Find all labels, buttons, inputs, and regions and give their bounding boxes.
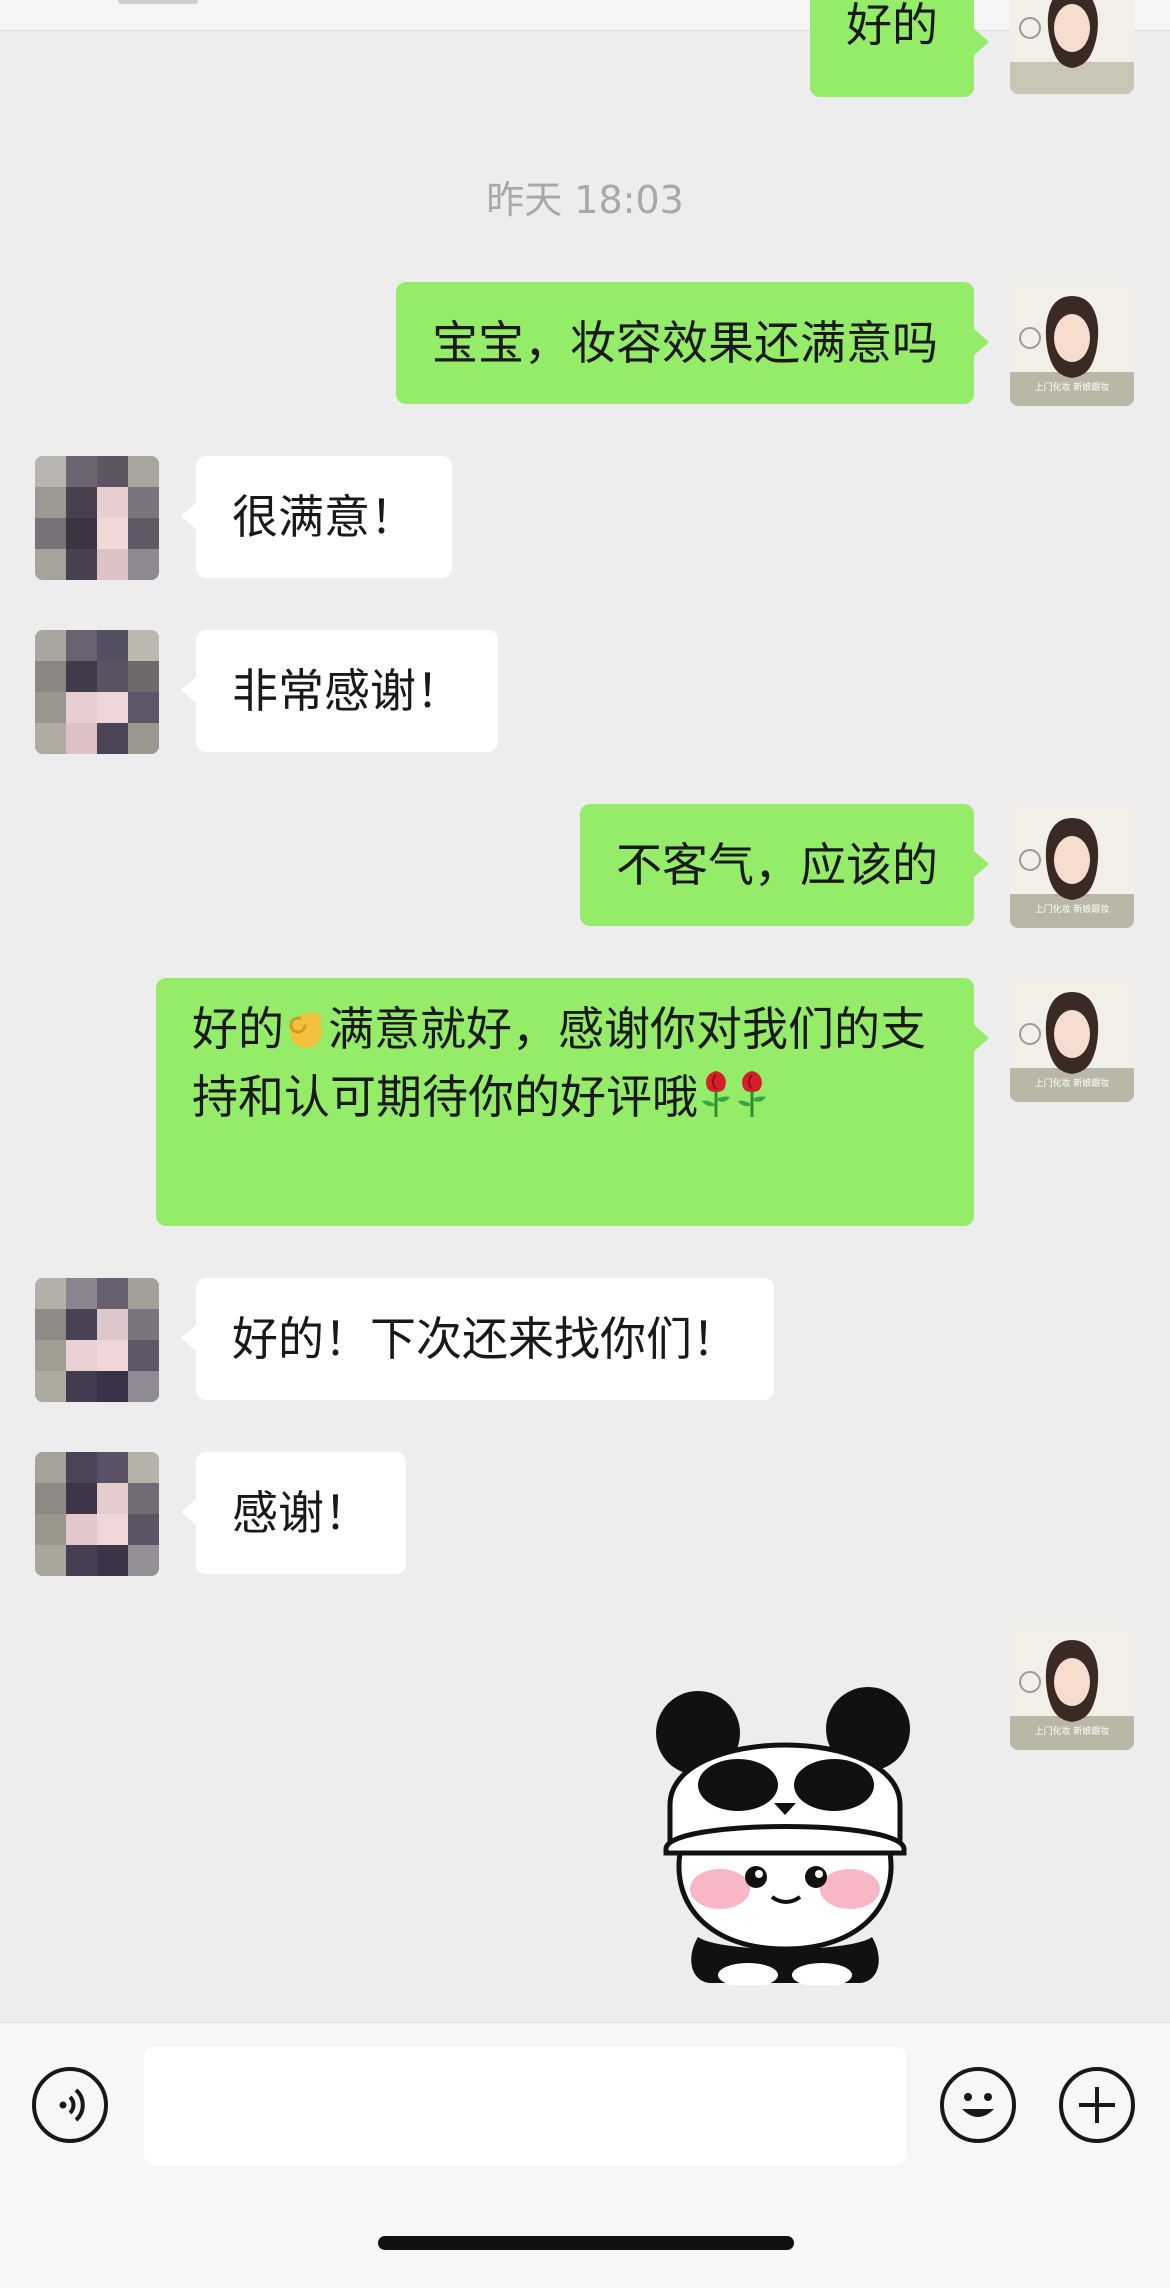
top-bar xyxy=(0,0,1170,31)
contact-avatar[interactable] xyxy=(35,1452,159,1576)
pixelated-avatar-icon xyxy=(35,1278,159,1402)
home-indicator[interactable] xyxy=(378,2236,794,2250)
rose-emoji-icon xyxy=(698,1069,734,1134)
contact-avatar[interactable] xyxy=(35,1278,159,1402)
my-avatar[interactable] xyxy=(1010,0,1134,94)
message-bubble-received[interactable]: 很满意！ xyxy=(181,456,452,578)
avatar-portrait-icon: 上门化妆 新娘跟妆 xyxy=(1010,978,1134,1102)
contact-avatar[interactable] xyxy=(35,456,159,580)
voice-icon xyxy=(59,2088,85,2122)
panda-sticker-icon xyxy=(656,1687,910,1987)
avatar-portrait-icon: 上门化妆 新娘跟妆 xyxy=(1010,1626,1134,1750)
message-bubble-sent[interactable]: 好的 满意就好，感谢你对我们的支持和认可期待你的好评哦 xyxy=(156,978,989,1226)
message-input[interactable] xyxy=(144,2047,906,2165)
message-text: 好的 xyxy=(192,1002,284,1056)
my-avatar[interactable]: 上门化妆 新娘跟妆 xyxy=(1010,282,1134,406)
message-bubble-sent[interactable]: 不客气，应该的 xyxy=(580,804,989,926)
svg-text:上门化妆 新娘跟妆: 上门化妆 新娘跟妆 xyxy=(1035,903,1110,915)
more-button[interactable] xyxy=(1059,2067,1135,2143)
timestamp-divider: 昨天 18:03 xyxy=(486,178,684,222)
avatar-portrait-icon: 上门化妆 新娘跟妆 xyxy=(1010,804,1134,928)
my-avatar[interactable]: 上门化妆 新娘跟妆 xyxy=(1010,978,1134,1102)
message-bubble-sent[interactable]: 宝宝，妆容效果还满意吗 xyxy=(396,282,989,404)
my-avatar[interactable]: 上门化妆 新娘跟妆 xyxy=(1010,804,1134,928)
message-bubble-received[interactable]: 非常感谢！ xyxy=(181,630,498,752)
ok-hand-emoji-icon xyxy=(284,1004,328,1066)
rose-emoji-icon xyxy=(734,1069,770,1134)
plus-icon xyxy=(1079,2087,1115,2123)
panda-sticker[interactable] xyxy=(650,1685,920,1987)
emoji-button[interactable] xyxy=(940,2067,1016,2143)
pixelated-avatar-icon xyxy=(35,630,159,754)
avatar-portrait-icon: 上门化妆 新娘跟妆 xyxy=(1010,282,1134,406)
svg-text:上门化妆 新娘跟妆: 上门化妆 新娘跟妆 xyxy=(1035,1725,1110,1737)
pixelated-avatar-icon xyxy=(35,1452,159,1576)
top-handle xyxy=(118,0,198,4)
avatar-portrait-icon xyxy=(1010,0,1134,94)
svg-text:上门化妆 新娘跟妆: 上门化妆 新娘跟妆 xyxy=(1035,1077,1110,1089)
message-bubble-received[interactable]: 好的！下次还来找你们！ xyxy=(181,1278,774,1400)
smiley-icon xyxy=(962,2093,994,2117)
svg-text:上门化妆 新娘跟妆: 上门化妆 新娘跟妆 xyxy=(1035,381,1110,393)
contact-avatar[interactable] xyxy=(35,630,159,754)
my-avatar[interactable]: 上门化妆 新娘跟妆 xyxy=(1010,1626,1134,1750)
message-bubble-sent[interactable]: 好的 xyxy=(810,0,989,97)
voice-button[interactable] xyxy=(32,2067,108,2143)
pixelated-avatar-icon xyxy=(35,456,159,580)
message-bubble-received[interactable]: 感谢！ xyxy=(181,1452,406,1574)
